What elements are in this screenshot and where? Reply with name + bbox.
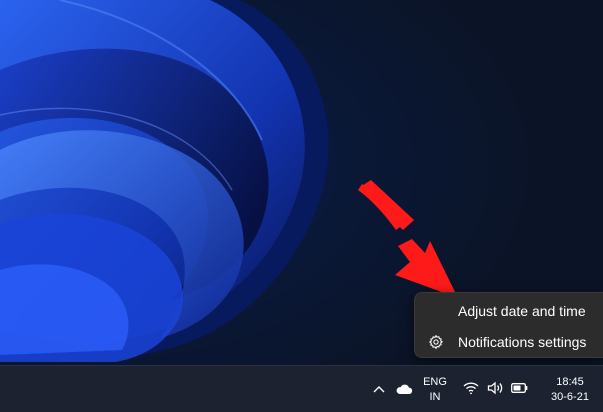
menu-item-label: Adjust date and time xyxy=(458,303,586,319)
clock-time: 18:45 xyxy=(556,376,584,388)
menu-item-adjust-date-time[interactable]: Adjust date and time xyxy=(419,296,603,326)
chevron-up-icon[interactable] xyxy=(372,381,386,397)
volume-icon[interactable] xyxy=(486,380,504,396)
wifi-icon[interactable] xyxy=(462,380,480,396)
taskbar: ENG IN 18:45 30-6-21 xyxy=(0,365,603,412)
taskbar-context-menu: Adjust date and time Notifications setti… xyxy=(414,292,603,358)
language-region: IN xyxy=(429,391,441,403)
onedrive-cloud-icon[interactable] xyxy=(394,381,414,397)
gear-icon xyxy=(419,327,453,357)
language-indicator[interactable]: ENG IN xyxy=(420,375,450,405)
system-clock[interactable]: 18:45 30-6-21 xyxy=(540,375,600,405)
menu-item-label: Notifications settings xyxy=(458,334,587,350)
battery-icon[interactable] xyxy=(510,380,528,396)
menu-item-notifications-settings[interactable]: Notifications settings xyxy=(419,327,603,357)
clock-date: 30-6-21 xyxy=(551,391,589,403)
language-code: ENG xyxy=(423,376,447,388)
